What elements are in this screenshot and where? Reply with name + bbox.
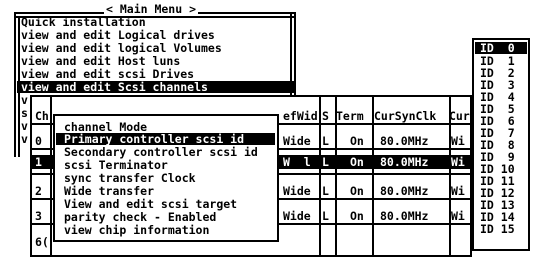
column-header-s: S: [322, 109, 329, 123]
channel-row-3-cursynclk: 80.0MHz: [380, 209, 429, 223]
channel-row-3-cur: Wi: [451, 209, 465, 223]
channel-row-0-cursynclk: 80.0MHz: [380, 134, 429, 148]
column-header-ch: Ch: [35, 109, 49, 123]
id-item-0[interactable]: ID 0: [475, 42, 527, 54]
menu-item-logical-drives[interactable]: view and edit Logical drives: [21, 29, 215, 41]
column-header-defwid: efWid: [283, 109, 318, 123]
channel-row-2-term: On: [350, 184, 364, 198]
channel-row-2-cursynclk: 80.0MHz: [380, 184, 429, 198]
submenu-item-view-chip-information[interactable]: view chip information: [64, 224, 209, 236]
column-header-term: Term: [336, 109, 364, 123]
submenu-item-sync-transfer-clock[interactable]: sync transfer Clock: [64, 172, 196, 184]
column-header-cur: Cur: [449, 109, 470, 123]
channel-row-1-cursynclk: 80.0MHz: [380, 155, 429, 169]
submenu-item-wide-transfer[interactable]: Wide transfer: [64, 185, 154, 197]
submenu-item-secondary-controller-scsi-id[interactable]: Secondary controller scsi id: [64, 146, 258, 158]
menu-item-host-luns[interactable]: view and edit Host luns: [21, 55, 180, 67]
menu-item-scsi-drives[interactable]: view and edit scsi Drives: [21, 68, 194, 80]
submenu-item-primary-controller-scsi-id[interactable]: Primary controller scsi id: [56, 133, 275, 145]
channel-row-3-ch[interactable]: 3: [35, 210, 42, 222]
channel-row-1-term: On: [350, 155, 364, 169]
channel-row-1-defwid: W l: [283, 155, 311, 169]
submenu-item-parity-check[interactable]: parity check - Enabled: [64, 211, 216, 223]
channel-row-2-s: L: [322, 184, 329, 198]
id-item-15[interactable]: ID 15: [480, 223, 515, 235]
channel-row-1-s: L: [322, 155, 329, 169]
channel-row-0-cur: Wi: [451, 134, 465, 148]
channel-row-4-ch[interactable]: 6(: [35, 236, 49, 248]
channel-row-0-term: On: [350, 134, 364, 148]
submenu-item-view-edit-scsi-target[interactable]: View and edit scsi target: [64, 198, 237, 210]
channel-row-2-ch[interactable]: 2: [35, 185, 42, 197]
menu-item-partial-2[interactable]: s: [21, 107, 28, 119]
channel-row-0-defwid: Wide: [283, 134, 311, 148]
channel-row-1-ch[interactable]: 1: [35, 156, 42, 168]
menu-item-partial-3[interactable]: v: [21, 120, 28, 132]
channel-row-2-defwid: Wide: [283, 184, 311, 198]
submenu-item-scsi-terminator[interactable]: scsi Terminator: [64, 159, 168, 171]
channel-row-3-term: On: [350, 209, 364, 223]
menu-item-partial-4[interactable]: v: [21, 133, 28, 145]
menu-item-logical-volumes[interactable]: view and edit logical Volumes: [21, 42, 222, 54]
menu-item-quick-installation[interactable]: Quick installation: [21, 16, 146, 28]
channel-row-0-ch[interactable]: 0: [35, 135, 42, 147]
column-header-cursynclk: CurSynClk: [374, 109, 437, 123]
channel-row-3-s: L: [322, 209, 329, 223]
channel-row-3-defwid: Wide: [283, 209, 311, 223]
main-menu-title: < Main Menu >: [104, 2, 199, 16]
channel-row-1-cur: Wi: [451, 155, 465, 169]
channel-row-0-s: L: [322, 134, 329, 148]
menu-item-partial-1[interactable]: v: [21, 94, 28, 106]
menu-item-scsi-channels[interactable]: view and edit Scsi channels: [17, 81, 294, 93]
channel-row-2-cur: Wi: [451, 184, 465, 198]
